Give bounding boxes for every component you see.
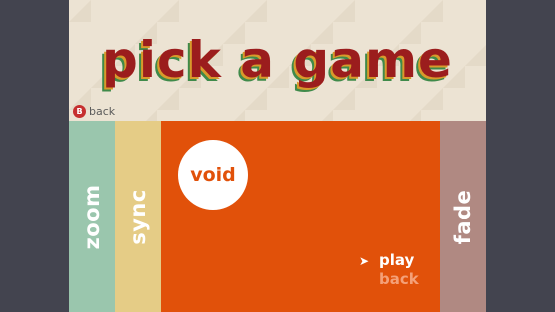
b-button-icon: B (73, 104, 86, 118)
game-menu: ➤ play back (359, 251, 419, 289)
game-panel-void[interactable]: void ➤ play back (161, 121, 440, 312)
menu-label-play: play (379, 251, 415, 269)
selection-arrow-icon: ➤ (359, 254, 370, 268)
game-title-badge: void (178, 140, 248, 210)
back-hint-label: back (89, 104, 116, 118)
game-label-sync: sync (126, 188, 150, 245)
game-label-zoom: zoom (80, 184, 104, 249)
page-title: pick a game (102, 31, 453, 89)
menu-item-back[interactable]: back (379, 270, 419, 289)
menu-item-play[interactable]: ➤ play (359, 251, 419, 270)
back-hint[interactable]: B back (73, 104, 115, 118)
game-select-screen: pick a game B back zoom sync void ➤ play… (69, 0, 486, 312)
menu-label-back: back (379, 270, 419, 288)
game-panel-zoom[interactable]: zoom (69, 121, 115, 312)
game-panel-sync[interactable]: sync (115, 121, 161, 312)
game-title-void: void (190, 164, 236, 186)
game-panel-fade[interactable]: fade (440, 121, 486, 312)
game-label-fade: fade (451, 189, 475, 244)
header: pick a game B back (69, 0, 486, 121)
